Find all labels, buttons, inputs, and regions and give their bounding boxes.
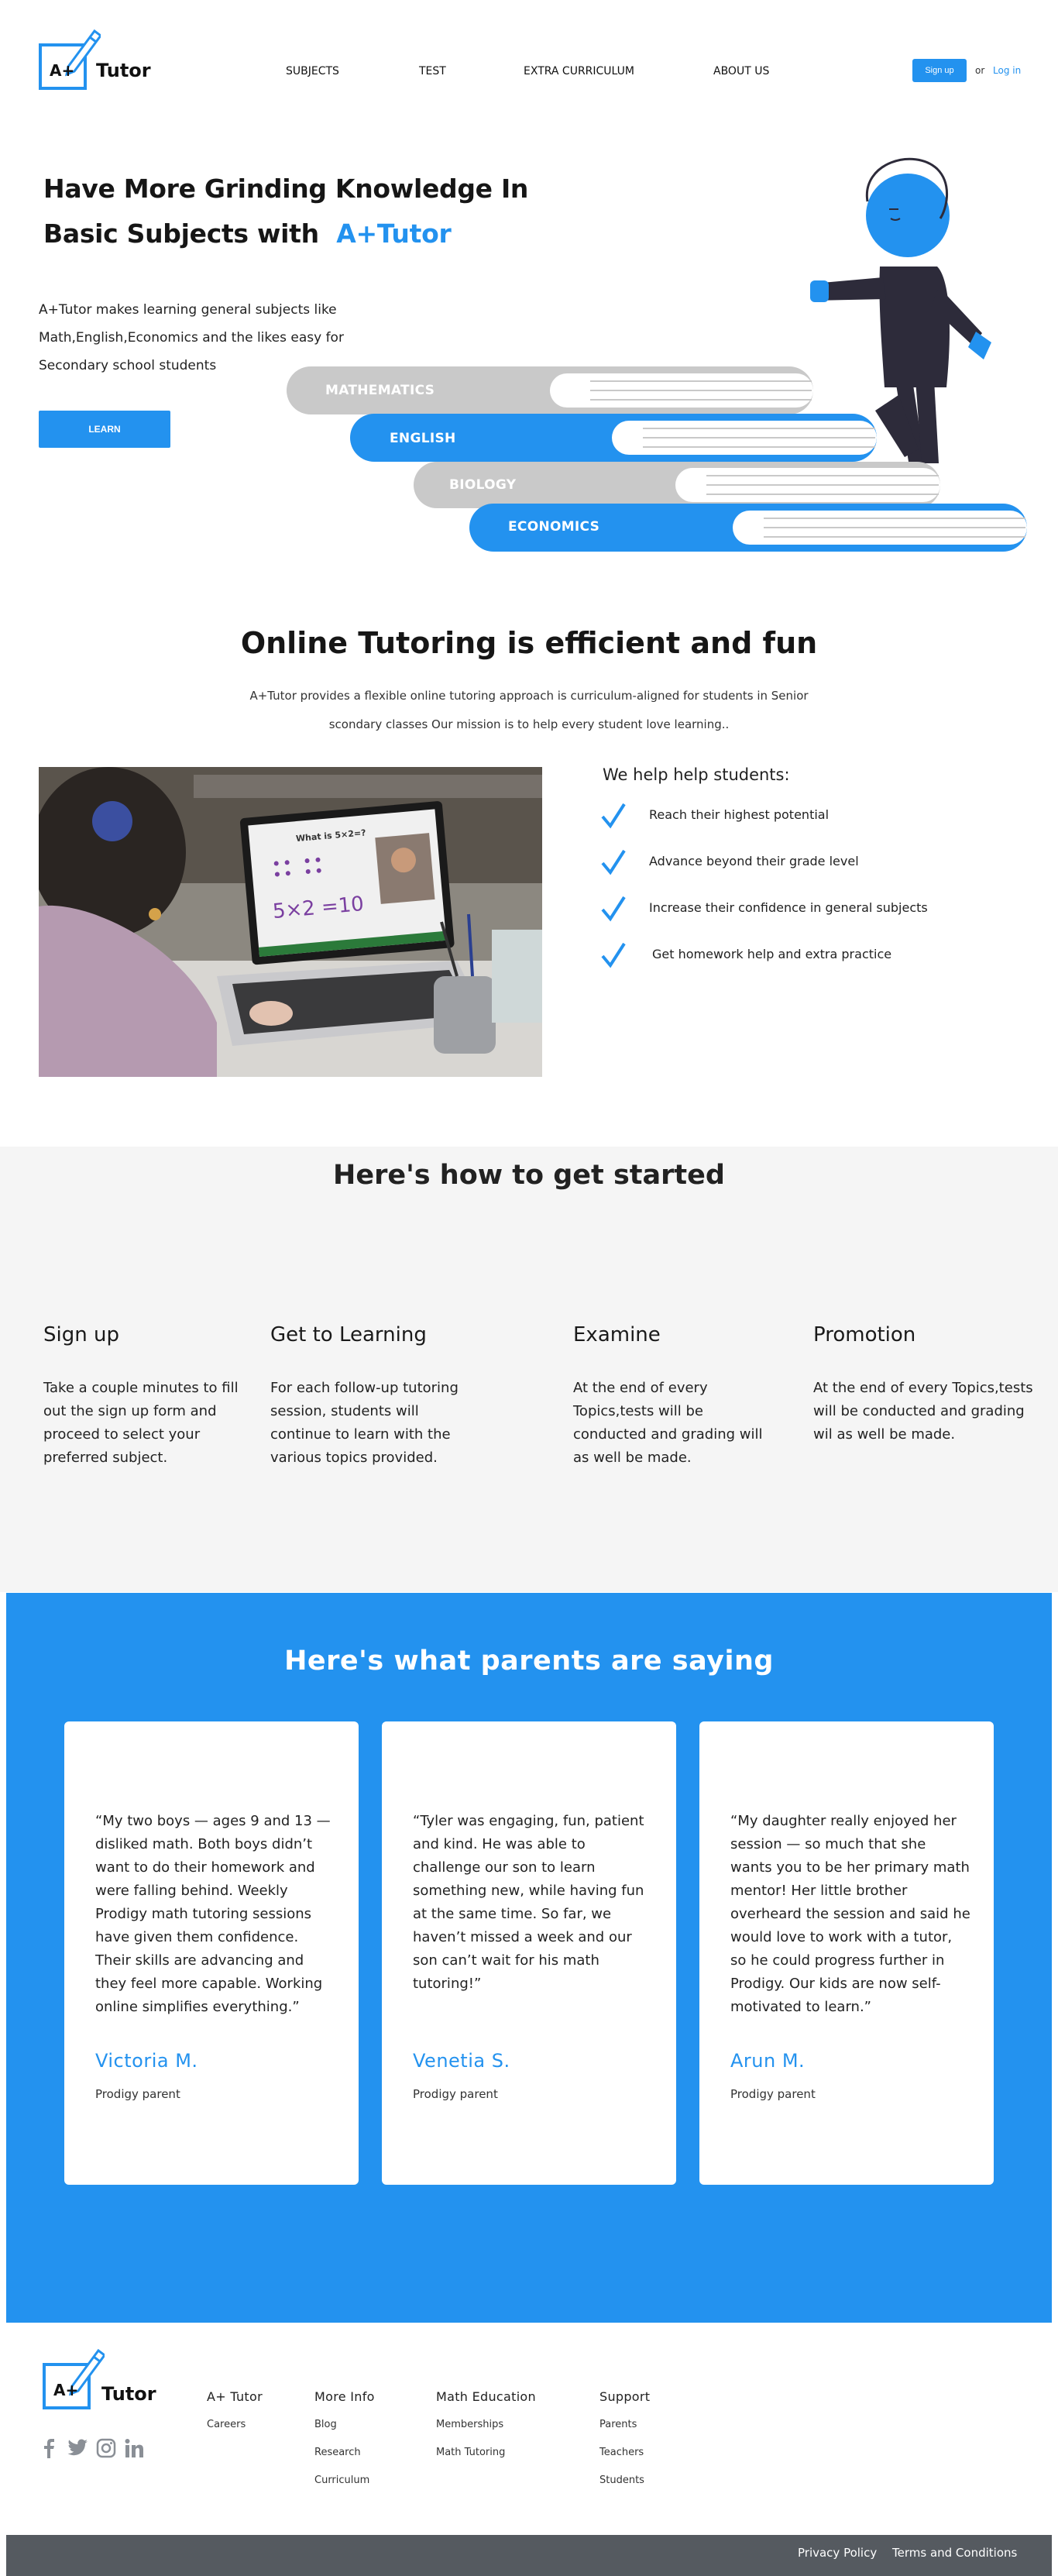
logo-pencil-icon: A+ <box>39 29 101 90</box>
footer-logo[interactable]: A+ Tutor <box>43 2343 167 2420</box>
testimonial-name: Victoria M. <box>95 2050 198 2072</box>
hero-title-text: Basic Subjects with <box>43 218 319 249</box>
testimonial-quote: “My two boys — ages 9 and 13 — disliked … <box>95 1813 331 2015</box>
footer-link-careers[interactable]: Careers <box>207 2419 246 2430</box>
help-title: We help help students: <box>603 765 790 784</box>
footer-col-title-math-education: Math Education <box>436 2389 536 2404</box>
step-title-signup: Sign up <box>43 1323 119 1346</box>
step-desc-line: Topics,tests will be <box>573 1403 703 1419</box>
footer-link-math-tutoring[interactable]: Math Tutoring <box>436 2447 505 2458</box>
step-desc-line: out the sign up form and <box>43 1403 217 1419</box>
facebook-icon[interactable] <box>42 2438 56 2458</box>
step-title-learning: Get to Learning <box>270 1323 427 1346</box>
step-desc-line: At the end of every <box>573 1380 708 1396</box>
signup-button[interactable]: Sign up <box>912 59 967 82</box>
footer-link-curriculum[interactable]: Curriculum <box>314 2475 369 2486</box>
footer-logo-mark: A+ <box>53 2381 78 2399</box>
checkmark-icon <box>601 803 626 829</box>
books-illustration: MATHEMATICS ENGLISH BIOLOGY ECONOMICS <box>279 147 1053 566</box>
site-logo[interactable]: A+ Tutor <box>39 22 163 91</box>
logo-pencil-icon: A+ <box>43 2348 107 2409</box>
help-item: Advance beyond their grade level <box>601 849 1004 877</box>
step-desc-line: various topics provided. <box>270 1450 438 1466</box>
footer-logo-text: Tutor <box>101 2383 156 2405</box>
footer-col-title-more-info: More Info <box>314 2389 375 2404</box>
logo-text: Tutor <box>96 60 151 81</box>
step-desc-line: conducted and grading will <box>573 1426 763 1443</box>
testimonial-role: Prodigy parent <box>95 2087 180 2101</box>
step-desc-line: At the end of every Topics,tests <box>813 1380 1033 1396</box>
page: A+ Tutor SUBJECTS TEST EXTRA CURRICULUM … <box>0 0 1058 2576</box>
footer-link-students[interactable]: Students <box>599 2475 644 2486</box>
step-desc-line: wil as well be made. <box>813 1426 956 1443</box>
login-link[interactable]: Log in <box>993 65 1021 76</box>
step-desc-promotion: At the end of every Topics,tests will be… <box>813 1377 1033 1446</box>
step-desc-line: preferred subject. <box>43 1450 168 1466</box>
book-label-english: ENGLISH <box>390 431 456 446</box>
step-desc-line: continue to learn with the <box>270 1426 451 1443</box>
how-to-start-section <box>0 1147 1058 1592</box>
twitter-icon[interactable] <box>67 2438 88 2458</box>
help-item-text: Increase their confidence in general sub… <box>649 900 928 915</box>
step-desc-signup: Take a couple minutes to fill out the si… <box>43 1377 239 1470</box>
online-tutoring-title: Online Tutoring is efficient and fun <box>240 626 818 660</box>
nav-subjects[interactable]: SUBJECTS <box>286 65 339 77</box>
step-desc-line: For each follow-up tutoring <box>270 1380 459 1396</box>
learn-button[interactable]: LEARN <box>39 411 170 448</box>
help-item: Increase their confidence in general sub… <box>601 896 1004 923</box>
step-desc-line: Take a couple minutes to fill <box>43 1380 239 1396</box>
instagram-icon[interactable] <box>96 2438 116 2458</box>
checkmark-icon <box>601 896 626 922</box>
book-label-biology: BIOLOGY <box>449 477 517 493</box>
step-title-examine: Examine <box>573 1323 661 1346</box>
footer-link-blog[interactable]: Blog <box>314 2419 337 2430</box>
testimonial-role: Prodigy parent <box>730 2087 816 2101</box>
step-desc-examine: At the end of every Topics,tests will be… <box>573 1377 762 1470</box>
step-desc-learning: For each follow-up tutoring session, stu… <box>270 1377 459 1470</box>
testimonial-card: “My two boys — ages 9 and 13 — disliked … <box>64 1721 359 2185</box>
checkmark-icon <box>601 849 626 875</box>
testimonial-quote: “My daughter really enjoyed her session … <box>730 1813 970 2015</box>
nav-test[interactable]: TEST <box>419 65 446 77</box>
testimonial-name: Venetia S. <box>413 2050 510 2072</box>
or-text: or <box>975 65 985 76</box>
help-item-text: Reach their highest potential <box>649 807 830 822</box>
footer-link-research[interactable]: Research <box>314 2447 361 2458</box>
nav-extra-curriculum[interactable]: EXTRA CURRICULUM <box>524 65 634 77</box>
logo-mark: A+ <box>50 61 74 80</box>
testimonial-role: Prodigy parent <box>413 2087 498 2101</box>
footer-col-title-support: Support <box>599 2389 651 2404</box>
footer-col-title-aplus: A+ Tutor <box>207 2389 263 2404</box>
footer-link-memberships[interactable]: Memberships <box>436 2419 503 2430</box>
step-desc-line: session, students will <box>270 1403 419 1419</box>
terms-link[interactable]: Terms and Conditions <box>892 2546 1017 2560</box>
step-desc-line: proceed to select your <box>43 1426 201 1443</box>
linkedin-icon[interactable] <box>124 2438 144 2458</box>
online-description-line2: scondary classes Our mission is to help … <box>328 717 730 731</box>
book-label-economics: ECONOMICS <box>508 519 600 535</box>
testimonials-title: Here's what parents are saying <box>284 1646 774 1677</box>
step-desc-line: will be conducted and grading <box>813 1403 1025 1419</box>
privacy-policy-link[interactable]: Privacy Policy <box>798 2546 877 2560</box>
testimonial-name: Arun M. <box>730 2050 806 2072</box>
footer-link-teachers[interactable]: Teachers <box>599 2447 644 2458</box>
help-item-text: Advance beyond their grade level <box>649 854 859 868</box>
help-item-text: Get homework help and extra practice <box>652 947 892 961</box>
help-item: Get homework help and extra practice <box>601 942 1004 970</box>
online-description-line1: A+Tutor provides a flexible online tutor… <box>249 689 809 703</box>
step-desc-line: as well be made. <box>573 1450 692 1466</box>
nav-about-us[interactable]: ABOUT US <box>713 65 769 77</box>
help-item: Reach their highest potential <box>601 803 1004 831</box>
tutoring-photo: What is 5×2=? 5×2 =10 <box>39 767 542 1077</box>
testimonial-card: “My daughter really enjoyed her session … <box>699 1721 994 2185</box>
checkmark-icon <box>601 942 626 968</box>
footer-link-parents[interactable]: Parents <box>599 2419 637 2430</box>
step-title-promotion: Promotion <box>813 1323 916 1346</box>
testimonial-quote: “Tyler was engaging, fun, patient and ki… <box>413 1813 644 1992</box>
how-to-start-title: Here's how to get started <box>333 1160 725 1191</box>
book-label-mathematics: MATHEMATICS <box>325 383 435 398</box>
online-tutoring-description: A+Tutor provides a flexible online tutor… <box>201 682 857 739</box>
testimonial-card: “Tyler was engaging, fun, patient and ki… <box>382 1721 676 2185</box>
